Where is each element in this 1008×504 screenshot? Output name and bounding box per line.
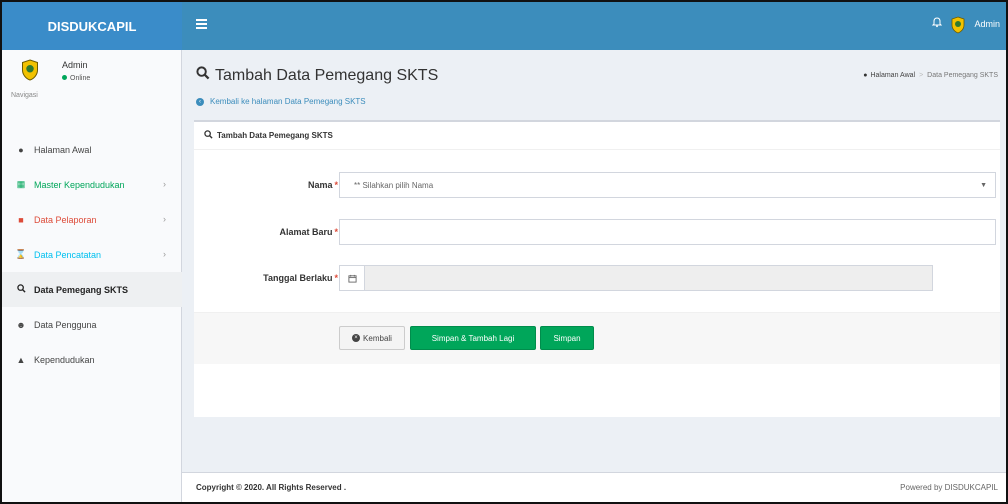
sidebar-item-label: Data Pengguna bbox=[34, 319, 97, 330]
sidebar: Admin Online Navigasi ● Halaman Awal ▦ M… bbox=[2, 50, 182, 502]
nav-list: ● Halaman Awal ▦ Master Kependudukan › ■… bbox=[2, 132, 182, 377]
field-row-nama: Nama * ** Silahkan pilih Nama ▼ bbox=[194, 172, 1000, 200]
sidebar-item-halaman-awal[interactable]: ● Halaman Awal bbox=[2, 132, 182, 167]
user-status-label: Online bbox=[70, 75, 91, 82]
sidebar-user-name: Admin bbox=[62, 60, 88, 70]
back-link[interactable]: ‹ Kembali ke halaman Data Pemegang SKTS bbox=[196, 97, 366, 106]
dashboard-icon: ● bbox=[863, 72, 868, 79]
brand-logo[interactable]: DISDUKCAPIL bbox=[2, 2, 182, 50]
sidebar-item-label: Kependudukan bbox=[34, 354, 95, 365]
kembali-button[interactable]: × Kembali bbox=[339, 326, 405, 350]
nama-select-placeholder: ** Silahkan pilih Nama bbox=[354, 180, 434, 190]
simpan-button[interactable]: Simpan bbox=[540, 326, 594, 350]
nav-header: Navigasi bbox=[11, 92, 38, 99]
sidebar-item-kependudukan[interactable]: ▲ Kependudukan bbox=[2, 342, 182, 377]
sidebar-item-label: Master Kependudukan bbox=[34, 179, 125, 190]
nama-select[interactable]: ** Silahkan pilih Nama ▼ bbox=[339, 172, 996, 198]
sidebar-item-master-kependudukan[interactable]: ▦ Master Kependudukan › bbox=[2, 167, 182, 202]
breadcrumb-separator: > bbox=[919, 72, 924, 79]
brand-name: DISDUKCAPIL bbox=[47, 18, 137, 34]
arrow-left-circle-icon: ‹ bbox=[196, 97, 204, 106]
grid-icon: ▦ bbox=[16, 179, 26, 189]
form-box-header: Tambah Data Pemegang SKTS bbox=[194, 122, 1000, 150]
simpan-tambah-button[interactable]: Simpan & Tambah Lagi bbox=[410, 326, 536, 350]
back-link-text: Kembali ke halaman Data Pemegang SKTS bbox=[210, 97, 366, 106]
users-icon: ☻ bbox=[16, 319, 26, 330]
breadcrumb-current: Data Pemegang SKTS bbox=[927, 72, 998, 79]
sidebar-item-data-pengguna[interactable]: ☻ Data Pengguna bbox=[2, 307, 182, 342]
copyright-text: Copyright © 2020. All Rights Reserved . bbox=[196, 483, 347, 492]
alamat-label: Alamat Baru * bbox=[279, 227, 338, 237]
top-user-name[interactable]: Admin bbox=[974, 19, 1000, 29]
sidebar-toggle-icon[interactable] bbox=[196, 19, 207, 29]
form-footer: × Kembali Simpan & Tambah Lagi Simpan bbox=[194, 312, 1000, 364]
search-icon bbox=[204, 130, 213, 141]
page-footer: Copyright © 2020. All Rights Reserved . … bbox=[182, 472, 1006, 502]
tanggal-label: Tanggal Berlaku * bbox=[263, 273, 338, 283]
form-box: Tambah Data Pemegang SKTS Nama * ** Silah… bbox=[194, 120, 1000, 417]
sidebar-item-data-pencatatan[interactable]: ⌛ Data Pencatatan › bbox=[2, 237, 182, 272]
bell-icon[interactable] bbox=[931, 16, 943, 31]
sidebar-item-label: Data Pelaporan bbox=[34, 214, 97, 225]
search-icon bbox=[15, 284, 27, 295]
field-row-alamat: Alamat Baru * bbox=[194, 219, 1000, 247]
hourglass-icon: ⌛ bbox=[15, 249, 27, 259]
sidebar-item-label: Data Pencatatan bbox=[34, 249, 102, 260]
kembali-button-label: Kembali bbox=[363, 333, 392, 343]
form-box-title: Tambah Data Pemegang SKTS bbox=[217, 131, 333, 140]
user-icon: ▲ bbox=[16, 354, 26, 365]
online-dot-icon bbox=[62, 75, 67, 80]
sidebar-item-label: Data Pemegang SKTS bbox=[34, 284, 129, 295]
powered-by-text: Powered by DISDUKCAPIL bbox=[900, 483, 998, 492]
tanggal-input[interactable] bbox=[364, 265, 933, 291]
caret-down-icon: ▼ bbox=[980, 182, 987, 189]
user-status: Online bbox=[62, 75, 90, 82]
top-navbar: Admin bbox=[182, 2, 1006, 50]
alamat-input[interactable] bbox=[339, 219, 996, 245]
search-icon bbox=[196, 66, 210, 85]
sidebar-item-data-pemegang-skts[interactable]: Data Pemegang SKTS bbox=[2, 272, 182, 307]
sidebar-item-data-pelaporan[interactable]: ■ Data Pelaporan › bbox=[2, 202, 182, 237]
chevron-right-icon: › bbox=[163, 249, 166, 259]
sidebar-item-label: Halaman Awal bbox=[34, 144, 92, 155]
emblem-icon[interactable] bbox=[950, 16, 966, 34]
field-row-tanggal: Tanggal Berlaku * bbox=[194, 265, 1000, 293]
content-area: Tambah Data Pemegang SKTS ‹ Kembali ke h… bbox=[182, 50, 1006, 502]
breadcrumb-home[interactable]: Halaman Awal bbox=[870, 72, 915, 79]
app-window: DISDUKCAPIL Admin Admin Online Navigasi … bbox=[0, 0, 1008, 504]
emblem-icon bbox=[20, 58, 40, 82]
chevron-right-icon: › bbox=[163, 179, 166, 189]
breadcrumb: ● Halaman Awal > Data Pemegang SKTS bbox=[863, 72, 998, 79]
dashboard-icon: ● bbox=[18, 144, 24, 155]
close-circle-icon: × bbox=[352, 334, 361, 342]
nama-label: Nama * bbox=[307, 180, 338, 190]
page-title: Tambah Data Pemegang SKTS bbox=[196, 66, 438, 85]
book-icon: ■ bbox=[18, 214, 24, 225]
page-title-text: Tambah Data Pemegang SKTS bbox=[215, 66, 439, 84]
calendar-icon[interactable] bbox=[339, 265, 365, 291]
chevron-right-icon: › bbox=[163, 214, 166, 224]
